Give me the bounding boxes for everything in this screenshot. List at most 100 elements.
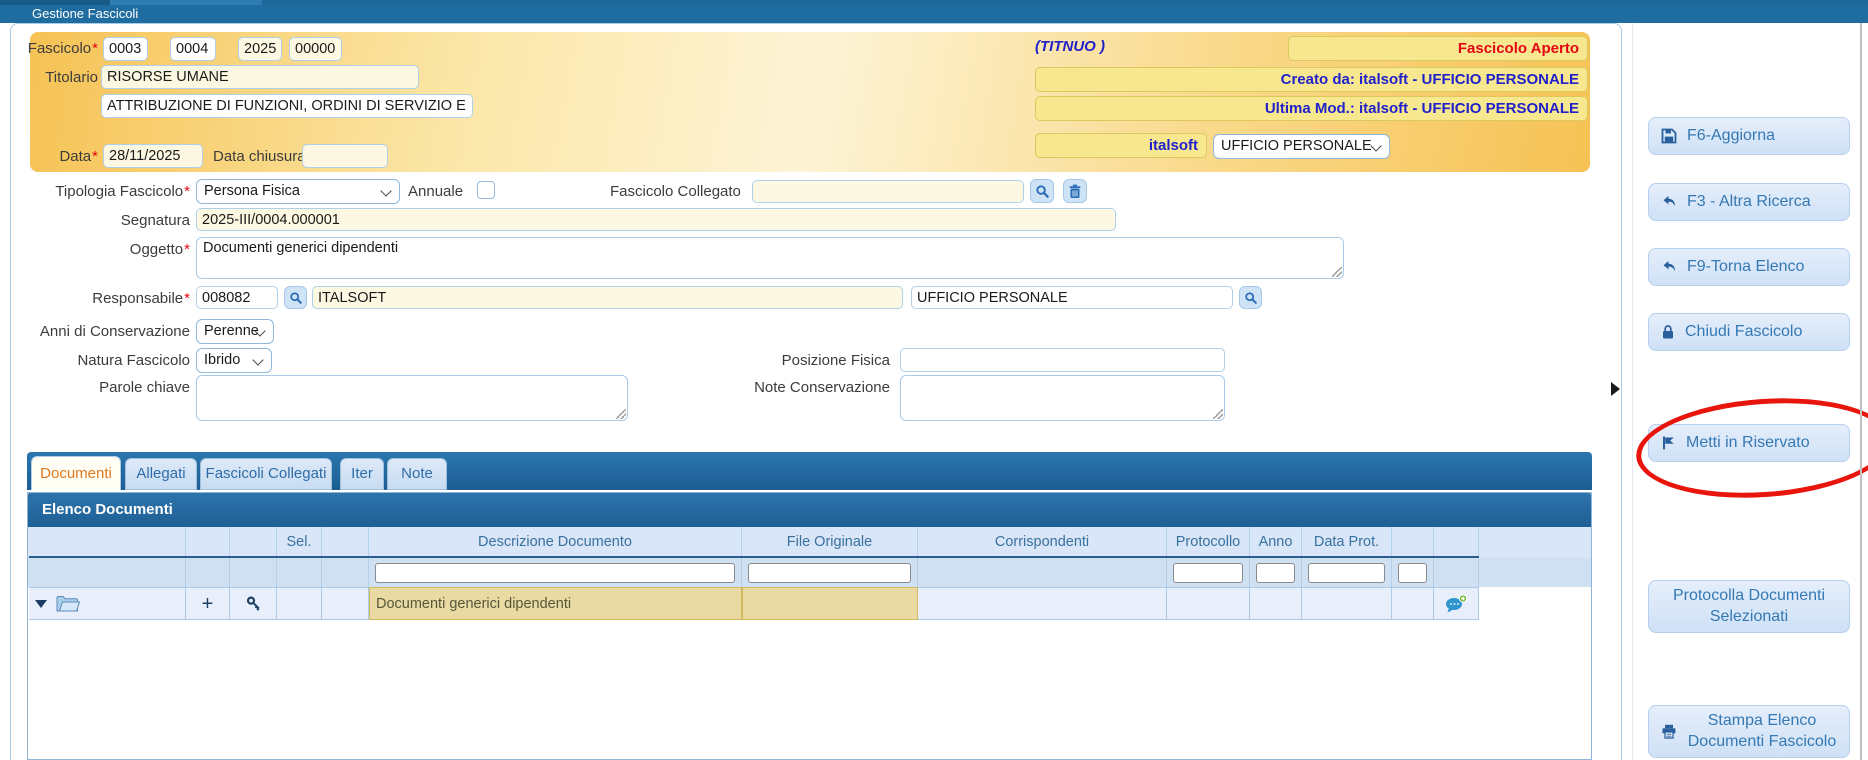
- search-ufficio-button[interactable]: [1239, 286, 1262, 309]
- filter-data-prot-input[interactable]: [1308, 563, 1385, 583]
- parole-chiave-label: Parole chiave: [20, 379, 190, 396]
- chevron-down-icon: [252, 354, 263, 365]
- search-fascicolo-collegato-button[interactable]: [1030, 179, 1054, 203]
- filter-cell-blank: [322, 558, 369, 587]
- row-anno-cell[interactable]: [1250, 587, 1302, 620]
- fascicolo-code-2-input[interactable]: [170, 37, 216, 61]
- titolario-descrizione-input[interactable]: [101, 94, 473, 118]
- row-key-cell: [230, 587, 277, 620]
- table-row[interactable]: + Documenti generici dipendenti: [29, 587, 1479, 620]
- filter-protocollo-input[interactable]: [1173, 563, 1243, 583]
- column-header-anno[interactable]: Anno: [1250, 527, 1302, 556]
- note-conservazione-textarea[interactable]: [900, 375, 1225, 421]
- oggetto-label: Oggetto*: [20, 241, 190, 258]
- chiudi-fascicolo-button[interactable]: Chiudi Fascicolo: [1648, 313, 1850, 351]
- plus-icon[interactable]: +: [202, 594, 214, 614]
- resize-grip-icon[interactable]: [616, 409, 626, 419]
- flag-icon: [1661, 435, 1676, 451]
- row-descrizione-cell[interactable]: Documenti generici dipendenti: [369, 587, 742, 620]
- row-protocollo-cell[interactable]: [1167, 587, 1250, 620]
- segnatura-input[interactable]: [196, 208, 1116, 231]
- caret-down-icon[interactable]: [35, 600, 47, 608]
- ufficio-select[interactable]: UFFICIO PERSONALE: [1213, 134, 1390, 159]
- undo-icon: [1661, 194, 1677, 210]
- responsabile-nome-input[interactable]: [312, 286, 903, 309]
- tipologia-label: Tipologia Fascicolo*: [20, 183, 190, 200]
- resize-grip-icon[interactable]: [1213, 409, 1223, 419]
- column-header-add[interactable]: [186, 527, 230, 556]
- collapse-panel-arrow[interactable]: [1611, 382, 1620, 396]
- comment-add-icon[interactable]: [1444, 594, 1468, 614]
- metti-in-riservato-button[interactable]: Metti in Riservato: [1648, 424, 1850, 462]
- tab-documenti[interactable]: Documenti: [31, 456, 121, 490]
- column-header-protocollo[interactable]: Protocollo: [1167, 527, 1250, 556]
- column-header-descrizione[interactable]: Descrizione Documento: [369, 527, 742, 556]
- filter-descrizione-input[interactable]: [375, 563, 735, 583]
- f6-aggiorna-button[interactable]: F6-Aggiorna: [1648, 117, 1850, 155]
- search-responsabile-button[interactable]: [284, 286, 307, 309]
- fascicolo-label: Fascicolo*: [20, 40, 98, 57]
- filter-anno-input[interactable]: [1256, 563, 1295, 583]
- natura-fascicolo-select[interactable]: Ibrido: [196, 348, 272, 373]
- titolario-label: Titolario: [20, 69, 98, 86]
- folder-icon[interactable]: [55, 594, 81, 614]
- fascicolo-code-1-input[interactable]: [103, 37, 148, 61]
- responsabile-ufficio-input[interactable]: [911, 286, 1233, 309]
- row-comment-cell: [1434, 587, 1479, 620]
- clear-fascicolo-collegato-button[interactable]: [1063, 179, 1087, 203]
- filter-extra-input[interactable]: [1398, 563, 1427, 583]
- column-header-actions[interactable]: [1434, 527, 1479, 556]
- key-icon[interactable]: [246, 596, 261, 611]
- column-header-key[interactable]: [230, 527, 277, 556]
- row-corrispondenti-cell[interactable]: [918, 587, 1167, 620]
- column-header-file-originale[interactable]: File Originale: [742, 527, 918, 556]
- filter-cell-blank: [277, 558, 322, 587]
- parole-chiave-textarea[interactable]: [196, 375, 628, 421]
- f3-altra-ricerca-button[interactable]: F3 - Altra Ricerca: [1648, 183, 1850, 221]
- elenco-documenti-title: Elenco Documenti: [28, 493, 1591, 527]
- tab-allegati[interactable]: Allegati: [125, 458, 197, 490]
- fascicolo-number-input[interactable]: [289, 37, 342, 61]
- elenco-documenti-panel: Elenco Documenti Sel. Descrizione Docume…: [27, 492, 1592, 760]
- column-header-blank[interactable]: [322, 527, 369, 556]
- tab-fascicoli-collegati[interactable]: Fascicoli Collegati: [200, 458, 332, 490]
- anni-conservazione-select[interactable]: Perenne: [196, 319, 274, 344]
- creato-da-box: Creato da: italsoft - UFFICIO PERSONALE: [1035, 67, 1588, 92]
- tab-iter[interactable]: Iter: [340, 458, 384, 490]
- filter-cell-blank: [230, 558, 277, 587]
- posizione-fisica-label: Posizione Fisica: [740, 352, 890, 369]
- oggetto-textarea[interactable]: Documenti generici dipendenti: [196, 237, 1344, 279]
- tipologia-select[interactable]: Persona Fisica: [196, 179, 400, 204]
- stampa-elenco-button[interactable]: Stampa ElencoDocumenti Fascicolo: [1648, 705, 1850, 758]
- fascicolo-year-input[interactable]: [238, 37, 282, 61]
- search-icon: [1035, 184, 1050, 199]
- annuale-label: Annuale: [408, 183, 460, 200]
- annuale-checkbox[interactable]: [477, 181, 495, 199]
- filter-cell-blank: [918, 558, 1167, 587]
- responsabile-code-input[interactable]: [196, 286, 278, 309]
- data-chiusura-input[interactable]: [302, 144, 388, 168]
- f9-torna-elenco-button[interactable]: F9-Torna Elenco: [1648, 248, 1850, 286]
- column-header-sel[interactable]: Sel.: [277, 527, 322, 556]
- data-input[interactable]: [103, 144, 203, 168]
- gestione-fascicoli-window: Gestione Fascicoli Fascicolo* (TITNUO ) …: [0, 0, 1868, 760]
- column-header-icons[interactable]: [29, 527, 186, 556]
- tab-note[interactable]: Note: [387, 458, 447, 490]
- row-sel-cell[interactable]: [277, 587, 322, 620]
- column-header-data-prot[interactable]: Data Prot.: [1302, 527, 1392, 556]
- titolario-input[interactable]: [101, 65, 419, 89]
- row-file-originale-cell[interactable]: [742, 587, 918, 620]
- column-header-corrispondenti[interactable]: Corrispondenti: [918, 527, 1167, 556]
- column-header-extra[interactable]: [1392, 527, 1434, 556]
- chevron-down-icon: [1370, 140, 1381, 151]
- fascicolo-collegato-input[interactable]: [752, 180, 1024, 203]
- protocolla-documenti-button[interactable]: Protocolla DocumentiSelezionati: [1648, 580, 1850, 633]
- data-label: Data*: [20, 148, 98, 165]
- filter-file-originale-input[interactable]: [748, 563, 911, 583]
- resize-grip-icon[interactable]: [1332, 267, 1342, 277]
- posizione-fisica-input[interactable]: [900, 348, 1225, 372]
- filter-cell-blank: [1434, 558, 1479, 587]
- page-title: Gestione Fascicoli: [32, 5, 138, 23]
- row-data-prot-cell[interactable]: [1302, 587, 1392, 620]
- row-extra-cell: [1392, 587, 1434, 620]
